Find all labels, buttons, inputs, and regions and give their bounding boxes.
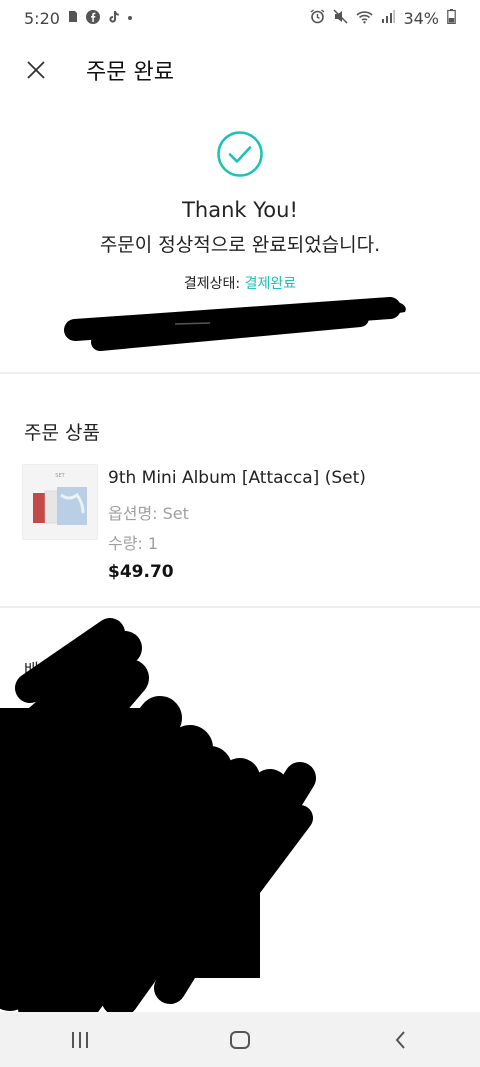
back-button[interactable] [370,1020,430,1060]
recent-apps-button[interactable] [50,1020,110,1060]
redaction-scribble [0,618,316,1013]
home-icon [230,1030,250,1049]
recent-apps-icon [72,1031,88,1048]
product-quantity: 수량: 1 [108,534,159,553]
ordered-products-title: 주문 상품 [24,422,100,444]
product-name: 9th Mini Album [Attacca] (Set) [108,468,366,488]
dot-icon [127,16,132,20]
status-time: 5:20 [24,8,60,28]
check-circle-icon [217,131,263,177]
back-icon [395,1030,405,1049]
order-complete-message: 주문이 정상적으로 완료되었습니다. [99,234,381,256]
section-divider [0,606,480,608]
product-price: $49.70 [108,562,174,582]
sim-card-icon [68,10,78,26]
product-option: 옵션명: Set [108,504,189,523]
system-nav-bar [0,1012,480,1067]
mute-icon [333,9,348,27]
app-header: 주문 완료 [0,36,480,104]
home-button[interactable] [210,1020,270,1060]
close-icon [27,61,45,79]
product-item[interactable]: SET 9th Mini Album [Attacca] (Set) 옵션명: … [22,464,462,594]
status-bar: 5:20 34% [0,0,480,36]
signal-icon [381,10,396,26]
order-confirmation: Thank You! 주문이 정상적으로 완료되었습니다. 결제상태: 결제완료 [0,130,480,293]
alarm-icon [310,9,325,27]
product-thumbnail: SET [22,464,98,540]
tiktok-icon [108,10,120,27]
battery-icon [447,9,456,27]
battery-percent: 34% [403,8,439,28]
section-divider [0,372,480,374]
page-title: 주문 완료 [86,60,174,85]
close-button[interactable] [16,50,56,90]
redaction-scribble [64,297,406,351]
facebook-icon [85,9,100,27]
wifi-icon [356,10,373,27]
thank-you-title: Thank You! [182,198,298,222]
